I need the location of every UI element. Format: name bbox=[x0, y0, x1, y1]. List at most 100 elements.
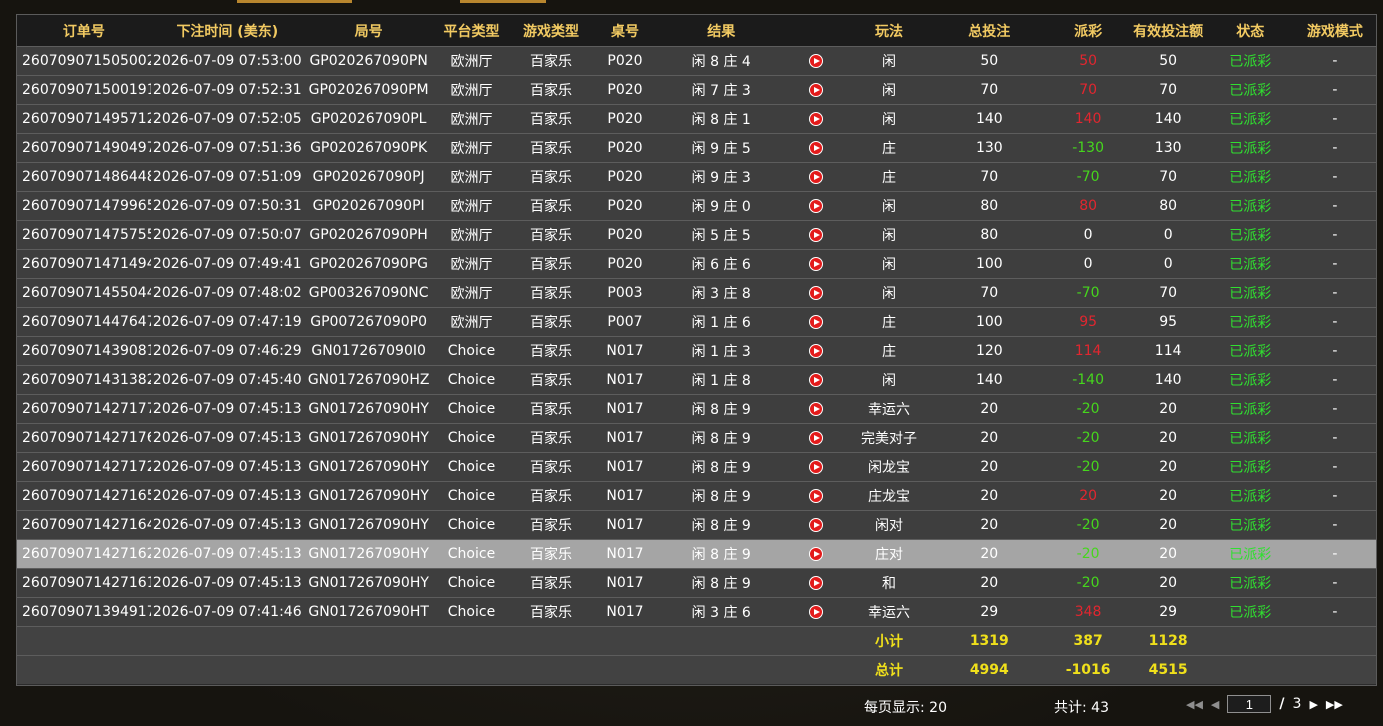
order-no-cell: 260709071471494 bbox=[17, 249, 151, 279]
header-game-mode: 游戏模式 bbox=[1293, 15, 1376, 47]
play-circle-icon[interactable] bbox=[808, 605, 823, 619]
page-number-input[interactable] bbox=[1227, 695, 1272, 713]
play-type-cell: 幸运六 bbox=[845, 597, 933, 627]
bet-time-cell: 2026-07-09 07:48:02 bbox=[150, 278, 304, 308]
table-row[interactable]: 260709071475755 2026-07-09 07:50:07 GP0202… bbox=[17, 220, 1376, 250]
play-circle-icon[interactable] bbox=[808, 576, 823, 590]
total-count: 共计: 43 bbox=[1054, 700, 1109, 716]
table-row[interactable]: 260709071490497 2026-07-09 07:51:36 GP0202… bbox=[17, 133, 1376, 163]
table-row[interactable]: 260709071447647 2026-07-09 07:47:19 GP0072… bbox=[17, 307, 1376, 337]
first-page-icon[interactable]: ◀◀ bbox=[1186, 698, 1203, 711]
table-row[interactable]: 260709071505002 2026-07-09 07:53:00 GP0202… bbox=[17, 46, 1376, 76]
play-circle-icon[interactable] bbox=[808, 112, 823, 126]
order-no-cell: 260709071431382 bbox=[17, 365, 151, 395]
result-cell: 闲 1 庄 3 bbox=[657, 336, 786, 366]
platform-cell: 欧洲厅 bbox=[433, 162, 510, 192]
valid-bet-cell: 80 bbox=[1129, 191, 1207, 221]
play-circle-icon[interactable] bbox=[808, 315, 823, 329]
prev-page-icon[interactable]: ◀ bbox=[1211, 698, 1219, 711]
top-tab-accent-1 bbox=[237, 0, 352, 3]
table-row[interactable]: 260709071427161 2026-07-09 07:45:13 GN0172… bbox=[17, 568, 1376, 598]
bet-time-cell: 2026-07-09 07:53:00 bbox=[150, 46, 304, 76]
table-row[interactable]: 260709071479965 2026-07-09 07:50:31 GP0202… bbox=[17, 191, 1376, 221]
bet-time-cell: 2026-07-09 07:50:31 bbox=[150, 191, 304, 221]
result-cell: 闲 6 庄 6 bbox=[657, 249, 786, 279]
bet-time-cell: 2026-07-09 07:45:13 bbox=[150, 394, 304, 424]
total-bet-cell: 80 bbox=[932, 191, 1047, 221]
game-mode-cell: - bbox=[1293, 365, 1376, 395]
grand-total-spacer bbox=[17, 655, 846, 684]
replay-cell bbox=[785, 510, 846, 540]
table-row[interactable]: 260709071495712 2026-07-09 07:52:05 GP0202… bbox=[17, 104, 1376, 134]
table-row[interactable]: 260709071427165 2026-07-09 07:45:13 GN0172… bbox=[17, 481, 1376, 511]
table-row[interactable]: 260709071427176 2026-07-09 07:45:13 GN0172… bbox=[17, 423, 1376, 453]
last-page-icon[interactable]: ▶▶ bbox=[1326, 698, 1343, 711]
table-row[interactable]: 260709071394917 2026-07-09 07:41:46 GN0172… bbox=[17, 597, 1376, 627]
play-circle-icon[interactable] bbox=[808, 83, 823, 97]
table-row[interactable]: 260709071427177 2026-07-09 07:45:13 GN0172… bbox=[17, 394, 1376, 424]
table-row[interactable]: 260709071431382 2026-07-09 07:45:40 GN0172… bbox=[17, 365, 1376, 395]
per-page-label: 每页显示: 20 bbox=[864, 700, 947, 716]
payout-cell: 80 bbox=[1046, 191, 1130, 221]
header-result: 结果 bbox=[657, 15, 786, 47]
play-circle-icon[interactable] bbox=[808, 54, 823, 68]
table-no-cell: N017 bbox=[592, 365, 658, 395]
bet-time-cell: 2026-07-09 07:45:13 bbox=[150, 539, 304, 569]
table-no-cell: N017 bbox=[592, 394, 658, 424]
platform-cell: 欧洲厅 bbox=[433, 307, 510, 337]
play-circle-icon[interactable] bbox=[808, 460, 823, 474]
next-page-icon[interactable]: ▶ bbox=[1309, 698, 1317, 711]
header-valid-bet: 有效投注额 bbox=[1129, 15, 1207, 47]
play-circle-icon[interactable] bbox=[808, 518, 823, 532]
subtotal-tail bbox=[1206, 626, 1376, 656]
table-row[interactable]: 260709071471494 2026-07-09 07:49:41 GP0202… bbox=[17, 249, 1376, 279]
replay-cell bbox=[785, 162, 846, 192]
play-circle-icon[interactable] bbox=[808, 170, 823, 184]
bet-time-cell: 2026-07-09 07:45:40 bbox=[150, 365, 304, 395]
play-type-cell: 闲 bbox=[845, 46, 933, 76]
grand-total-tail bbox=[1206, 655, 1376, 684]
play-circle-icon[interactable] bbox=[808, 257, 823, 271]
play-circle-icon[interactable] bbox=[808, 373, 823, 387]
table-row[interactable]: 260709071427164 2026-07-09 07:45:13 GN0172… bbox=[17, 510, 1376, 540]
play-circle-icon[interactable] bbox=[808, 199, 823, 213]
valid-bet-cell: 20 bbox=[1129, 452, 1207, 482]
subtotal-label: 小计 bbox=[845, 626, 933, 656]
total-bet-cell: 20 bbox=[932, 423, 1047, 453]
replay-cell bbox=[785, 278, 846, 308]
status-cell: 已派彩 bbox=[1206, 133, 1294, 163]
play-circle-icon[interactable] bbox=[808, 228, 823, 242]
table-row[interactable]: 260709071427162 2026-07-09 07:45:13 GN0172… bbox=[17, 539, 1376, 569]
play-circle-icon[interactable] bbox=[808, 141, 823, 155]
table-row[interactable]: 260709071427172 2026-07-09 07:45:13 GN0172… bbox=[17, 452, 1376, 482]
game-type-cell: 百家乐 bbox=[509, 597, 593, 627]
platform-cell: Choice bbox=[433, 365, 510, 395]
play-circle-icon[interactable] bbox=[808, 344, 823, 358]
table-row[interactable]: 260709071439081 2026-07-09 07:46:29 GN0172… bbox=[17, 336, 1376, 366]
platform-cell: Choice bbox=[433, 423, 510, 453]
play-circle-icon[interactable] bbox=[808, 431, 823, 445]
round-no-cell: GN017267090HY bbox=[303, 539, 434, 569]
game-mode-cell: - bbox=[1293, 423, 1376, 453]
platform-cell: 欧洲厅 bbox=[433, 278, 510, 308]
play-type-cell: 庄 bbox=[845, 162, 933, 192]
payout-cell: 20 bbox=[1046, 481, 1130, 511]
round-no-cell: GN017267090I0 bbox=[303, 336, 434, 366]
table-no-cell: P020 bbox=[592, 46, 658, 76]
play-circle-icon[interactable] bbox=[808, 286, 823, 300]
play-circle-icon[interactable] bbox=[808, 489, 823, 503]
platform-cell: Choice bbox=[433, 452, 510, 482]
table-row[interactable]: 260709071455044 2026-07-09 07:48:02 GP0032… bbox=[17, 278, 1376, 308]
play-circle-icon[interactable] bbox=[808, 402, 823, 416]
header-bet-time: 下注时间 (美东) bbox=[150, 15, 304, 47]
round-no-cell: GP020267090PH bbox=[303, 220, 434, 250]
table-no-cell: N017 bbox=[592, 481, 658, 511]
play-circle-icon[interactable] bbox=[808, 547, 823, 561]
page-count: 3 bbox=[1292, 696, 1302, 712]
table-row[interactable]: 260709071500191 2026-07-09 07:52:31 GP0202… bbox=[17, 75, 1376, 105]
table-no-cell: P020 bbox=[592, 249, 658, 279]
play-type-cell: 闲 bbox=[845, 75, 933, 105]
payout-cell: -20 bbox=[1046, 568, 1130, 598]
table-row[interactable]: 260709071486448 2026-07-09 07:51:09 GP0202… bbox=[17, 162, 1376, 192]
valid-bet-cell: 130 bbox=[1129, 133, 1207, 163]
